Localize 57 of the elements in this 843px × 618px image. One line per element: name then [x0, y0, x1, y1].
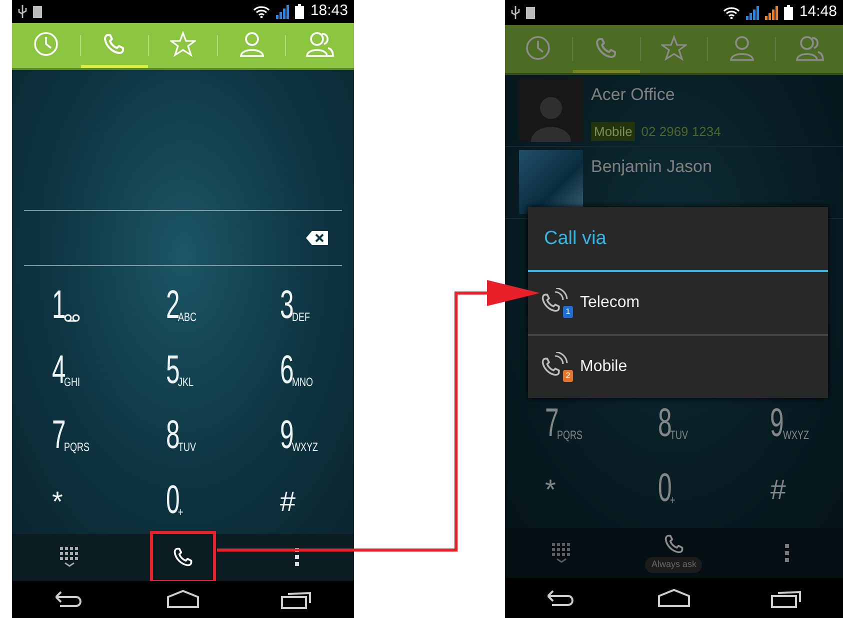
battery-icon: [784, 5, 794, 20]
home-icon: [656, 588, 691, 608]
phone-icon: [102, 32, 126, 56]
person-icon: [238, 31, 265, 58]
person-icon: [728, 34, 755, 60]
more-icon: [784, 544, 789, 562]
dial-key[interactable]: 9WXYZ: [240, 404, 354, 470]
people-icon: [306, 31, 334, 58]
phone-number: 02 2969 1234: [641, 122, 721, 140]
dial-key[interactable]: 8TUV: [126, 404, 240, 470]
dial-key[interactable]: 1: [12, 274, 126, 340]
sd-card-icon: [526, 6, 535, 18]
recent-apps-icon: [280, 589, 314, 610]
battery-icon: [295, 4, 304, 20]
clock-icon: [525, 34, 552, 60]
call-button[interactable]: [153, 534, 213, 580]
phone-icon: [594, 36, 618, 60]
dialpad-icon: [552, 543, 571, 563]
dialpad-icon: [60, 547, 78, 568]
usb-icon: [511, 6, 520, 19]
dial-key[interactable]: 6MNO: [240, 339, 354, 404]
sim-badge: 1: [563, 306, 573, 318]
dial-key[interactable]: *: [12, 469, 126, 534]
dial-key[interactable]: 4GHI: [12, 339, 126, 404]
dial-key[interactable]: *: [505, 457, 618, 522]
phone-icon: [662, 533, 685, 556]
photo-placeholder: [519, 150, 583, 214]
usb-icon: [18, 5, 27, 18]
dialog-title: Call via: [543, 227, 608, 251]
home-icon: [166, 589, 200, 610]
dial-key[interactable]: 0+: [618, 457, 730, 522]
clock-time: 14:48: [799, 2, 837, 22]
sim-badge: 2: [563, 370, 573, 382]
star-icon: [660, 34, 687, 60]
dial-key[interactable]: 3DEF: [240, 274, 354, 340]
dial-key[interactable]: 5JKL: [126, 339, 240, 404]
phone-icon: [172, 546, 194, 568]
dial-key[interactable]: 0+: [126, 469, 240, 534]
clock-time: 18:43: [310, 1, 348, 22]
clock-icon: [32, 31, 59, 58]
contact-name: Benjamin Jason: [591, 156, 712, 178]
home-button[interactable]: [656, 586, 691, 610]
voicemail-icon: [64, 314, 80, 322]
wifi-icon: [723, 6, 740, 19]
backspace-icon[interactable]: [306, 231, 328, 246]
star-icon: [170, 31, 196, 58]
contact-name: Acer Office: [591, 84, 676, 106]
dial-key[interactable]: #: [730, 457, 843, 522]
dial-key[interactable]: 7PQRS: [12, 404, 126, 470]
more-icon: [295, 548, 299, 566]
dial-key[interactable]: #: [240, 469, 354, 534]
dialog-option[interactable]: 1 Telecom: [528, 272, 828, 334]
people-icon: [796, 34, 824, 60]
wifi-icon: [253, 5, 270, 18]
sd-card-icon: [33, 6, 42, 18]
dial-key[interactable]: 2ABC: [126, 274, 240, 340]
phone-type-label: Mobile: [591, 122, 636, 141]
